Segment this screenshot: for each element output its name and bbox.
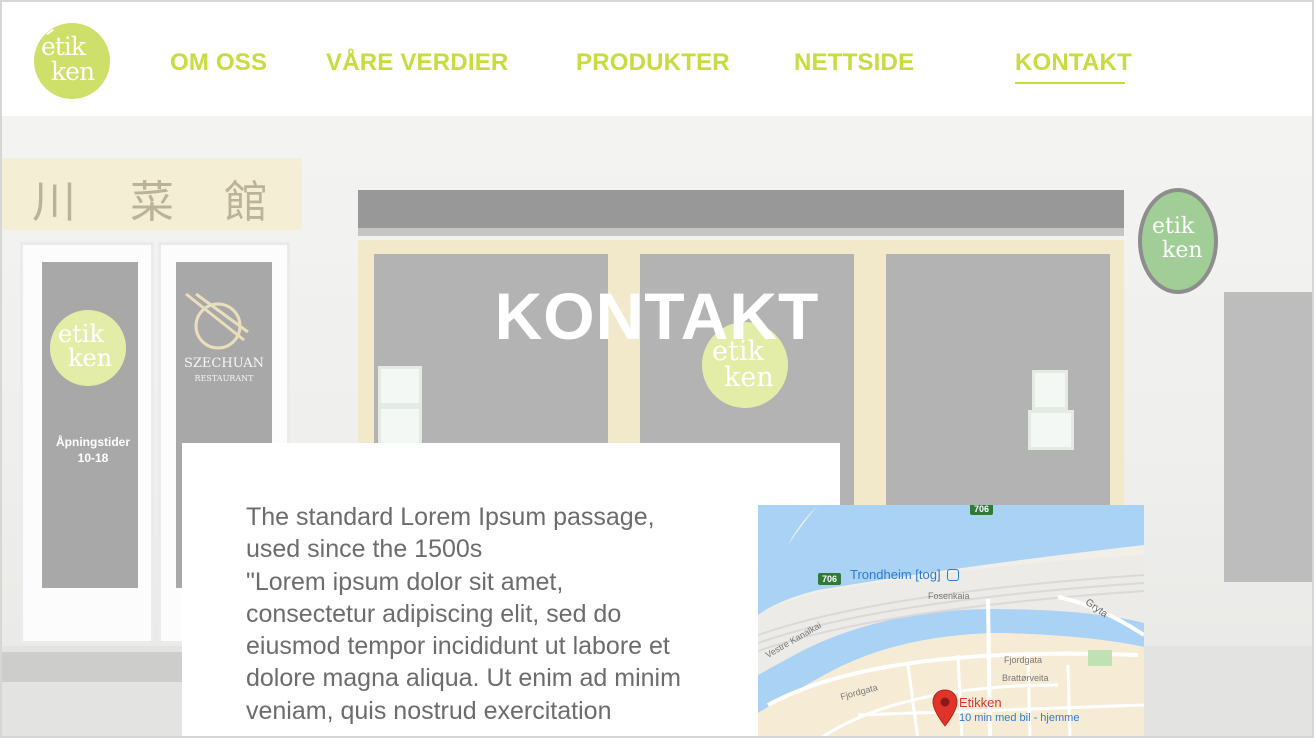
pin-label[interactable]: Etikken bbox=[959, 695, 1002, 710]
page: etik ken OM OSS VÅRE VERDIER PRODUKTER N… bbox=[0, 0, 1314, 738]
station-label-text: Trondheim [tog] bbox=[850, 567, 941, 582]
description-line: consectetur adipiscing elit, sed do bbox=[246, 599, 622, 628]
nav-item-vare-verdier[interactable]: VÅRE VERDIER bbox=[326, 49, 508, 77]
description-line: The standard Lorem Ipsum passage, bbox=[246, 503, 655, 531]
street-label-fosenkaia: Fosenkaia bbox=[928, 591, 970, 601]
location-map[interactable]: 706 706 Trondheim [tog] Fosenkaia Gryta … bbox=[758, 505, 1144, 736]
site-header: etik ken OM OSS VÅRE VERDIER PRODUKTER N… bbox=[2, 2, 1312, 116]
road-badge-top: 706 bbox=[970, 505, 994, 515]
street-label-fjordgata-right: Fjordgata bbox=[1004, 655, 1043, 665]
road-badge-left: 706 bbox=[818, 573, 842, 585]
contact-card: The standard Lorem Ipsum passage, used s… bbox=[182, 443, 840, 736]
contact-description: The standard Lorem Ipsum passage, used s… bbox=[246, 501, 746, 727]
location-pin-icon[interactable] bbox=[932, 689, 958, 727]
description-line: "Lorem ipsum dolor sit amet, bbox=[246, 567, 564, 596]
nav-item-produkter[interactable]: PRODUKTER bbox=[576, 49, 730, 77]
street-label-brattorveita: Brattørveita bbox=[1002, 673, 1049, 683]
nav-item-kontakt[interactable]: KONTAKT bbox=[1015, 49, 1132, 84]
train-icon bbox=[947, 569, 960, 581]
description-line: dolore magna aliqua. Ut enim ad minim bbox=[246, 664, 681, 693]
nav-item-nettside[interactable]: NETTSIDE bbox=[794, 49, 914, 77]
map-station-label[interactable]: Trondheim [tog] bbox=[850, 567, 960, 582]
hero-title: KONTAKT bbox=[494, 279, 820, 353]
description-line: veniam, quis nostrud exercitation bbox=[246, 696, 612, 725]
nav-item-om-oss[interactable]: OM OSS bbox=[170, 49, 267, 77]
logo-line-1: etik bbox=[41, 32, 86, 61]
logo-line-2: ken bbox=[51, 57, 95, 86]
description-line: used since the 1500s bbox=[246, 535, 483, 564]
pin-route-link[interactable]: 10 min med bil - hjemme bbox=[959, 712, 1079, 724]
etikken-logo[interactable]: etik ken bbox=[34, 23, 110, 99]
description-line: eiusmod tempor incididunt ut labore et bbox=[246, 632, 670, 661]
